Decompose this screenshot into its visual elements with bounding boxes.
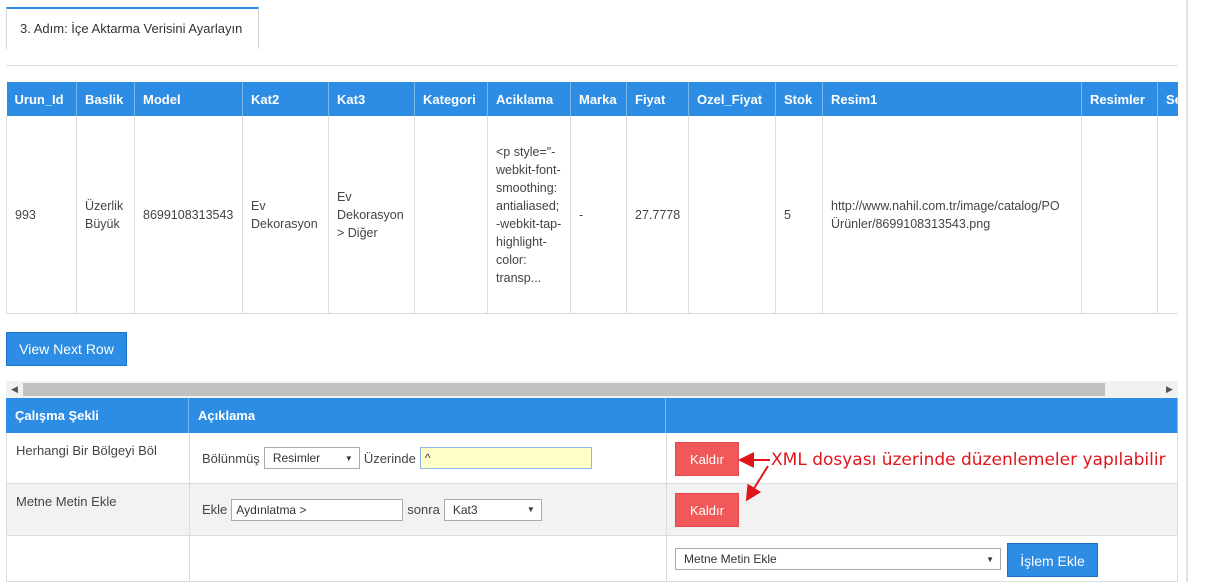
scrollbar-thumb[interactable] [23, 383, 1105, 396]
col-header: Urun_Id [6, 82, 77, 116]
col-header: Marka [570, 82, 627, 116]
col-header: Kat3 [328, 82, 415, 116]
add-operation-button[interactable]: İşlem Ekle [1007, 543, 1098, 577]
remove-button[interactable]: Kaldır [675, 493, 739, 527]
column-select-value: Resimler [272, 451, 321, 465]
rule-mid-label: sonra [407, 502, 440, 517]
cell-model: 8699108313543 [134, 116, 243, 314]
column-select[interactable]: Kat3 ▼ [443, 498, 542, 521]
cell-aciklama: <p style="-webkit-font-smoothing: antial… [487, 116, 571, 314]
rules-col-description: Açıklama [189, 398, 666, 433]
cell-kat3: Ev Dekorasyon > Diğer [328, 116, 415, 314]
col-header: Fiyat [626, 82, 689, 116]
horizontal-scrollbar[interactable]: ◀ ▶ [6, 381, 1178, 398]
annotation-text: XML dosyası üzerinde düzenlemeler yapıla… [771, 450, 1166, 470]
col-header: Model [134, 82, 243, 116]
chevron-down-icon: ▼ [344, 453, 353, 463]
cell-kat2: Ev Dekorasyon [242, 116, 329, 314]
rules-header-row: Çalışma Şekli Açıklama [6, 398, 1178, 433]
col-header: Ozel_Fiyat [688, 82, 776, 116]
rule-prefix-label: Bölünmüş [202, 450, 260, 466]
col-header: Resim1 [822, 82, 1082, 116]
cell-urun-id: 993 [6, 116, 77, 314]
data-preview-table: Urun_Id Baslik Model Kat2 Kat3 Kategori … [6, 82, 1178, 315]
tab-step-3[interactable]: 3. Adım: İçe Aktarma Verisini Ayarlayın [6, 7, 259, 49]
rule-row: Metne Metin Ekle Ekle sonra Kat3 ▼ Kaldı… [6, 484, 1178, 536]
cell-ozel-fiyat [688, 116, 776, 314]
col-header: Aciklama [487, 82, 571, 116]
rules-col-mode: Çalışma Şekli [6, 398, 189, 433]
cell-resimler [1081, 116, 1158, 314]
cell-kategori [414, 116, 488, 314]
chevron-down-icon: ▼ [986, 554, 994, 564]
col-header: Resimler [1081, 82, 1158, 116]
scroll-right-icon[interactable]: ▶ [1161, 381, 1178, 398]
cell-se [1157, 116, 1178, 314]
rule-mid-label: Üzerinde [363, 450, 416, 466]
col-header: Kat2 [242, 82, 329, 116]
col-header: Kategori [414, 82, 488, 116]
rule-prefix-label: Ekle [202, 502, 228, 517]
view-next-row-button[interactable]: View Next Row [6, 332, 127, 366]
delimiter-input[interactable] [419, 447, 592, 469]
cell-baslik: Üzerlik Büyük [76, 116, 135, 314]
col-header: Se [1157, 82, 1178, 116]
page-right-border [1186, 0, 1188, 582]
remove-button[interactable]: Kaldır [675, 442, 739, 476]
table-row: 993 Üzerlik Büyük 8699108313543 Ev Dekor… [6, 116, 1178, 314]
preview-header-row: Urun_Id Baslik Model Kat2 Kat3 Kategori … [6, 82, 1178, 116]
rules-table: Çalışma Şekli Açıklama Herhangi Bir Bölg… [6, 398, 1178, 582]
rules-col-actions [666, 398, 1178, 433]
cell-fiyat: 27.7778 [626, 116, 689, 314]
operation-select-value: Metne Metin Ekle [684, 552, 777, 566]
operation-select[interactable]: Metne Metin Ekle ▼ [675, 548, 1001, 570]
cell-stok: 5 [775, 116, 823, 314]
chevron-down-icon: ▼ [526, 505, 535, 514]
append-text-input[interactable] [231, 498, 404, 521]
col-header: Stok [775, 82, 823, 116]
add-rule-row: Metne Metin Ekle ▼ İşlem Ekle [6, 536, 1178, 582]
rule-mode-label: Herhangi Bir Bölgeyi Böl [16, 443, 157, 458]
column-select[interactable]: Resimler ▼ [263, 447, 360, 469]
cell-marka: - [570, 116, 627, 314]
column-select-value: Kat3 [452, 502, 478, 517]
cell-resim1: http://www.nahil.com.tr/image/catalog/PO… [822, 116, 1082, 314]
rule-mode-label: Metne Metin Ekle [16, 494, 117, 509]
col-header: Baslik [76, 82, 135, 116]
scroll-left-icon[interactable]: ◀ [6, 381, 23, 398]
tab-divider [6, 65, 1178, 66]
